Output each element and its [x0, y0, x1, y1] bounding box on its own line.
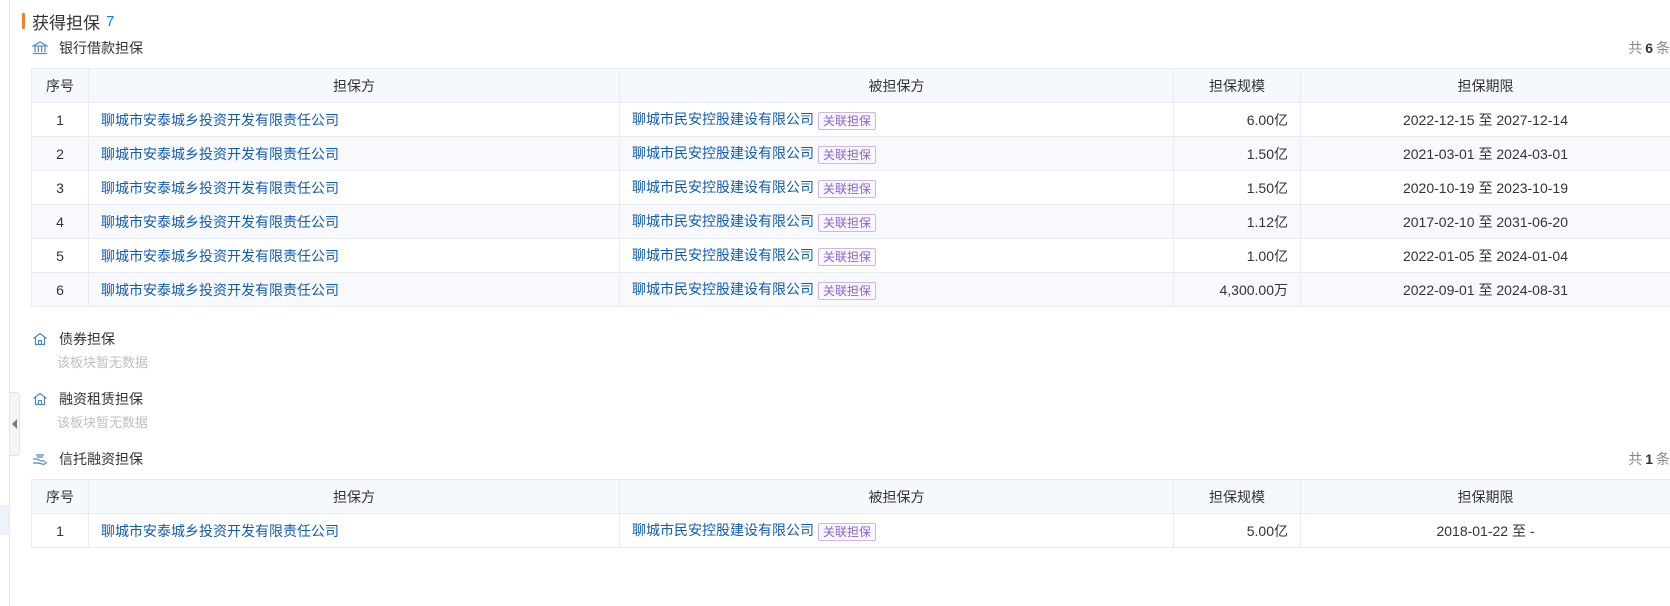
col-header: 被担保方 [619, 479, 1174, 514]
trust-total-prefix: 共 [1628, 451, 1643, 467]
guarantee-period: 2017-02-10 至 2031-06-20 [1300, 204, 1670, 239]
accent-bar [22, 13, 25, 29]
guarantee-scale: 4,300.00万 [1173, 272, 1301, 307]
house-icon [31, 331, 49, 347]
table-row: 4 聊城市安泰城乡投资开发有限责任公司 聊城市民安控股建设有限公司 关联担保 1.… [31, 204, 1670, 239]
col-header: 担保方 [88, 479, 620, 514]
section-title: 获得担保 [32, 13, 100, 33]
guaranteed-link[interactable]: 聊城市民安控股建设有限公司 [632, 281, 814, 297]
col-header: 担保方 [88, 68, 620, 103]
guarantee-period: 2022-01-05 至 2024-01-04 [1300, 238, 1670, 273]
guarantee-scale: 1.12亿 [1173, 204, 1301, 239]
house-icon [31, 391, 49, 407]
col-header: 序号 [31, 68, 89, 103]
bank-section-header: 银行借款担保 共 6 条 [31, 38, 1670, 58]
table-header-row: 序号 担保方 被担保方 担保规模 担保期限 [31, 68, 1670, 103]
col-header: 担保期限 [1300, 479, 1670, 514]
col-header: 被担保方 [619, 68, 1174, 103]
hand-coin-icon [31, 451, 49, 467]
section-header: 获得担保 7 [22, 8, 114, 34]
table-row: 5 聊城市安泰城乡投资开发有限责任公司 聊城市民安控股建设有限公司 关联担保 1.… [31, 238, 1670, 273]
guarantor-link[interactable]: 聊城市安泰城乡投资开发有限责任公司 [101, 180, 339, 196]
col-header: 担保规模 [1173, 68, 1301, 103]
bond-empty-note: 该板块暂无数据 [57, 355, 149, 370]
row-index: 4 [31, 204, 89, 239]
bank-section-title: 银行借款担保 [59, 40, 143, 56]
table-row: 6 聊城市安泰城乡投资开发有限责任公司 聊城市民安控股建设有限公司 关联担保 4,… [31, 272, 1670, 307]
bank-icon [31, 40, 49, 56]
bank-total-suffix: 条 [1656, 40, 1670, 56]
guarantee-period: 2022-12-15 至 2027-12-14 [1300, 102, 1670, 137]
guarantee-scale: 1.00亿 [1173, 238, 1301, 273]
left-divider [9, 0, 10, 606]
guarantor-link[interactable]: 聊城市安泰城乡投资开发有限责任公司 [101, 523, 339, 539]
table-row: 2 聊城市安泰城乡投资开发有限责任公司 聊城市民安控股建设有限公司 关联担保 1.… [31, 136, 1670, 171]
table-row: 1 聊城市安泰城乡投资开发有限责任公司 聊城市民安控股建设有限公司 关联担保 6.… [31, 102, 1670, 137]
guarantee-period: 2020-10-19 至 2023-10-19 [1300, 170, 1670, 205]
guarantor-link[interactable]: 聊城市安泰城乡投资开发有限责任公司 [101, 112, 339, 128]
guaranteed-link[interactable]: 聊城市民安控股建设有限公司 [632, 213, 814, 229]
trust-section-header: 信托融资担保 共 1 条 [31, 449, 1670, 469]
section-count: 7 [106, 12, 115, 30]
guarantee-period: 2018-01-22 至 - [1300, 513, 1670, 548]
nav-highlight [0, 505, 9, 535]
trust-guarantee-table: 序号 担保方 被担保方 担保规模 担保期限 1 聊城市安泰城乡投资开发有限责任公… [31, 479, 1670, 548]
col-header: 担保期限 [1300, 68, 1670, 103]
row-index: 1 [31, 102, 89, 137]
guarantor-link[interactable]: 聊城市安泰城乡投资开发有限责任公司 [101, 214, 339, 230]
guarantee-panel: 获得担保 7 银行借款担保 共 6 条 序号 担保方 被担保方 担保规模 担保期… [0, 0, 1670, 606]
row-index: 6 [31, 272, 89, 307]
lease-empty-note: 该板块暂无数据 [57, 415, 149, 430]
guarantor-link[interactable]: 聊城市安泰城乡投资开发有限责任公司 [101, 282, 339, 298]
guarantee-scale: 6.00亿 [1173, 102, 1301, 137]
trust-total-num: 1 [1645, 451, 1653, 467]
bank-total: 共 6 条 [1628, 38, 1670, 58]
bank-total-num: 6 [1645, 40, 1653, 56]
bond-section-header: 债券担保 [31, 329, 115, 349]
col-header: 序号 [31, 479, 89, 514]
related-guarantee-tag: 关联担保 [818, 111, 877, 130]
guaranteed-link[interactable]: 聊城市民安控股建设有限公司 [632, 145, 814, 161]
trust-total: 共 1 条 [1628, 449, 1670, 469]
related-guarantee-tag: 关联担保 [818, 213, 877, 232]
bank-total-prefix: 共 [1628, 40, 1643, 56]
table-row: 1 聊城市安泰城乡投资开发有限责任公司 聊城市民安控股建设有限公司 关联担保 5.… [31, 513, 1670, 548]
bank-guarantee-table: 序号 担保方 被担保方 担保规模 担保期限 1 聊城市安泰城乡投资开发有限责任公… [31, 68, 1670, 307]
guaranteed-link[interactable]: 聊城市民安控股建设有限公司 [632, 111, 814, 127]
col-header: 担保规模 [1173, 479, 1301, 514]
related-guarantee-tag: 关联担保 [818, 145, 877, 164]
row-index: 2 [31, 136, 89, 171]
row-index: 5 [31, 238, 89, 273]
guarantee-scale: 1.50亿 [1173, 170, 1301, 205]
guarantee-scale: 1.50亿 [1173, 136, 1301, 171]
related-guarantee-tag: 关联担保 [818, 522, 877, 541]
trust-total-suffix: 条 [1656, 451, 1670, 467]
lease-section-header: 融资租赁担保 [31, 389, 143, 409]
row-index: 1 [31, 513, 89, 548]
guarantee-period: 2022-09-01 至 2024-08-31 [1300, 272, 1670, 307]
guaranteed-link[interactable]: 聊城市民安控股建设有限公司 [632, 179, 814, 195]
bond-section-title: 债券担保 [59, 331, 115, 347]
guarantor-link[interactable]: 聊城市安泰城乡投资开发有限责任公司 [101, 248, 339, 264]
table-row: 3 聊城市安泰城乡投资开发有限责任公司 聊城市民安控股建设有限公司 关联担保 1.… [31, 170, 1670, 205]
lease-section-title: 融资租赁担保 [59, 391, 143, 407]
table-header-row: 序号 担保方 被担保方 担保规模 担保期限 [31, 479, 1670, 514]
trust-section-title: 信托融资担保 [59, 451, 143, 467]
related-guarantee-tag: 关联担保 [818, 281, 877, 300]
guaranteed-link[interactable]: 聊城市民安控股建设有限公司 [632, 522, 814, 538]
guarantor-link[interactable]: 聊城市安泰城乡投资开发有限责任公司 [101, 146, 339, 162]
guaranteed-link[interactable]: 聊城市民安控股建设有限公司 [632, 247, 814, 263]
related-guarantee-tag: 关联担保 [818, 247, 877, 266]
guarantee-period: 2021-03-01 至 2024-03-01 [1300, 136, 1670, 171]
row-index: 3 [31, 170, 89, 205]
related-guarantee-tag: 关联担保 [818, 179, 877, 198]
collapse-toggle-icon[interactable] [10, 392, 20, 456]
guarantee-scale: 5.00亿 [1173, 513, 1301, 548]
